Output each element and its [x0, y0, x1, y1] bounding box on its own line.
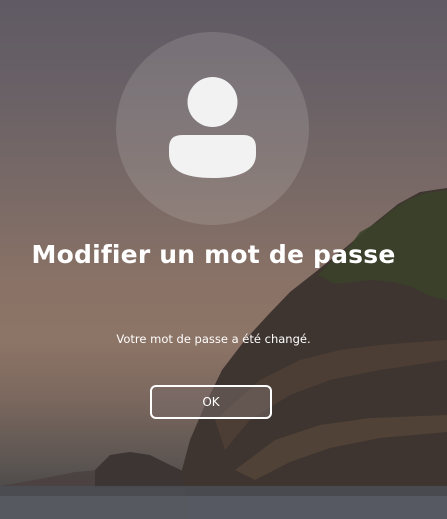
ok-button[interactable]: OK	[150, 385, 272, 419]
status-message: Votre mot de passe a été changé.	[116, 332, 311, 346]
user-avatar	[116, 32, 309, 225]
dialog-title: Modifier un mot de passe	[31, 240, 396, 269]
user-silhouette-icon	[169, 77, 256, 178]
